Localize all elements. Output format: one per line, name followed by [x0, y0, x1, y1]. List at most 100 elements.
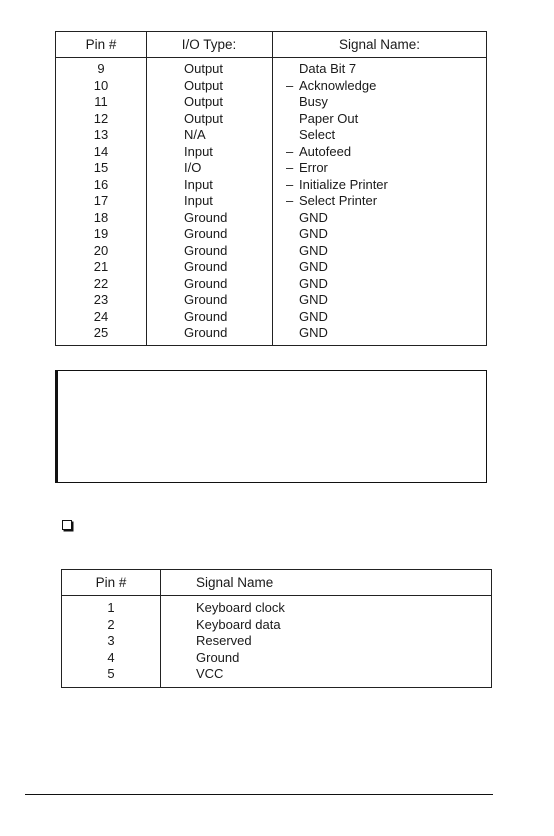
- table-header: Pin # I/O Type: Signal Name:: [56, 32, 486, 58]
- active-low-marker: –: [286, 143, 294, 159]
- table-row: 23 Ground GND: [56, 292, 486, 309]
- header-io-type: I/O Type:: [181, 37, 237, 52]
- table-row: 5 VCC: [62, 666, 491, 683]
- table-row: 22 Ground GND: [56, 276, 486, 293]
- signal-name-cell: Select Printer: [299, 193, 378, 208]
- header-signal-name: Signal Name:: [338, 37, 421, 52]
- parallel-port-pinout-table: Pin # I/O Type: Signal Name: 9 Output Data…: [55, 31, 487, 346]
- pin-cell: 14: [93, 143, 109, 159]
- active-low-marker: –: [286, 160, 294, 175]
- table-row: 20 Ground GND: [56, 243, 486, 260]
- signal-name-cell: Ground: [196, 649, 240, 665]
- io-type-cell: Input: [184, 176, 213, 192]
- pin-cell: 4: [107, 649, 115, 665]
- table-row: 18 Ground GND: [56, 210, 486, 227]
- signal-name-cell: Paper Out: [299, 110, 359, 126]
- io-type-cell: Output: [184, 94, 224, 109]
- io-type-cell: Ground: [184, 292, 228, 307]
- checkbox-bullet-icon: [62, 520, 72, 530]
- active-low-marker: –: [286, 176, 294, 192]
- table-row: 2 Keyboard data: [62, 617, 491, 634]
- pin-cell: 3: [107, 633, 115, 648]
- table-header: Pin # Signal Name: [62, 570, 491, 596]
- io-type-cell: Ground: [184, 325, 228, 340]
- table-row: 16 Input – Initialize Printer: [56, 177, 486, 194]
- signal-name-cell: Autofeed: [299, 143, 352, 159]
- table-body: 9 Output Data Bit 7 10 Output – Acknowledge 11 O…: [56, 61, 486, 342]
- pin-cell: 19: [93, 226, 109, 241]
- signal-name-cell: Acknowledge: [299, 77, 377, 93]
- io-type-cell: Input: [184, 193, 213, 208]
- pin-cell: 9: [97, 61, 105, 76]
- header-pin: Pin #: [85, 37, 117, 52]
- active-low-marker: –: [286, 77, 294, 93]
- pin-cell: 1: [107, 600, 115, 615]
- io-type-cell: I/O: [184, 160, 202, 175]
- signal-name-cell: GND: [299, 292, 328, 307]
- signal-name-cell: GND: [299, 209, 328, 225]
- table-row: 19 Ground GND: [56, 226, 486, 243]
- table-row: 14 Input – Autofeed: [56, 144, 486, 161]
- signal-name-cell: GND: [299, 325, 328, 340]
- table-row: 15 I/O – Error: [56, 160, 486, 177]
- signal-name-cell: Keyboard clock: [196, 600, 285, 615]
- signal-name-cell: Keyboard data: [196, 616, 281, 632]
- pin-cell: 20: [93, 242, 109, 258]
- pin-cell: 13: [93, 127, 109, 142]
- io-type-cell: Output: [184, 77, 224, 93]
- io-type-cell: N/A: [184, 127, 206, 142]
- signal-name-cell: GND: [299, 259, 328, 274]
- io-type-cell: Ground: [184, 242, 228, 258]
- pin-cell: 22: [93, 275, 109, 291]
- io-type-cell: Ground: [184, 308, 228, 324]
- signal-name-cell: Error: [299, 160, 328, 175]
- pin-cell: 12: [93, 110, 109, 126]
- pin-cell: 15: [93, 160, 109, 175]
- signal-name-cell: VCC: [196, 666, 224, 681]
- table-row: 17 Input – Select Printer: [56, 193, 486, 210]
- table-row: 12 Output Paper Out: [56, 111, 486, 128]
- note-box: [55, 370, 487, 483]
- signal-name-cell: GND: [299, 226, 328, 241]
- table-row: 11 Output Busy: [56, 94, 486, 111]
- io-type-cell: Ground: [184, 259, 228, 274]
- pin-cell: 23: [93, 292, 109, 307]
- table-row: 1 Keyboard clock: [62, 600, 491, 617]
- pin-cell: 5: [107, 666, 115, 681]
- table-row: 3 Reserved: [62, 633, 491, 650]
- table-row: 9 Output Data Bit 7: [56, 61, 486, 78]
- signal-name-cell: Reserved: [196, 633, 252, 648]
- signal-name-cell: Busy: [299, 94, 328, 109]
- pin-cell: 2: [107, 616, 115, 632]
- pin-cell: 10: [93, 77, 109, 93]
- table-row: 10 Output – Acknowledge: [56, 78, 486, 95]
- pin-cell: 17: [93, 193, 109, 208]
- table-row: 4 Ground: [62, 650, 491, 667]
- io-type-cell: Ground: [184, 209, 228, 225]
- pin-cell: 11: [94, 94, 108, 109]
- signal-name-cell: Initialize Printer: [299, 176, 388, 192]
- io-type-cell: Ground: [184, 226, 228, 241]
- signal-name-cell: GND: [299, 275, 328, 291]
- io-type-cell: Output: [184, 110, 224, 126]
- signal-name-cell: GND: [299, 242, 328, 258]
- signal-name-cell: Data Bit 7: [299, 61, 357, 76]
- pin-cell: 25: [93, 325, 109, 340]
- signal-name-cell: GND: [299, 308, 328, 324]
- table-row: 21 Ground GND: [56, 259, 486, 276]
- footer-rule: [25, 794, 493, 795]
- header-signal-name: Signal Name: [196, 575, 274, 590]
- io-type-cell: Input: [184, 143, 213, 159]
- signal-name-cell: Select: [299, 127, 336, 142]
- pin-cell: 18: [93, 209, 109, 225]
- pin-cell: 21: [93, 259, 109, 274]
- table-row: 25 Ground GND: [56, 325, 486, 342]
- keyboard-pinout-table: Pin # Signal Name 1 Keyboard clock 2 Keyboa…: [61, 569, 492, 688]
- active-low-marker: –: [286, 193, 294, 208]
- pin-cell: 16: [93, 176, 109, 192]
- pin-cell: 24: [93, 308, 109, 324]
- table-row: 13 N/A Select: [56, 127, 486, 144]
- io-type-cell: Output: [184, 61, 224, 76]
- header-pin: Pin #: [95, 575, 127, 590]
- io-type-cell: Ground: [184, 275, 228, 291]
